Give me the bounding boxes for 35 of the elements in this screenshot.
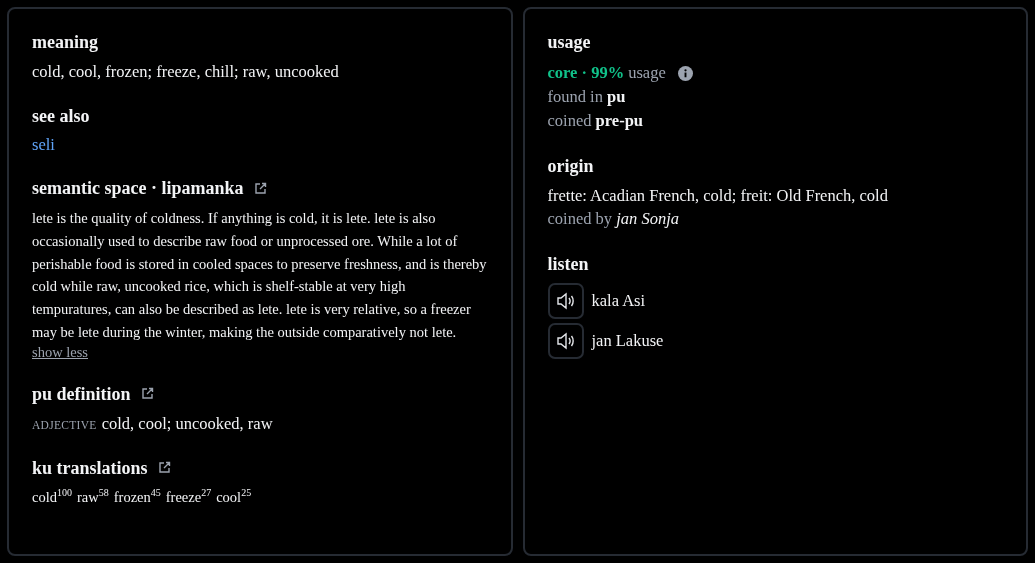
speaker-icon: [555, 292, 576, 310]
section-heading: see also: [32, 105, 91, 127]
speaker-icon: [555, 332, 576, 350]
section-heading: ku translations: [32, 456, 148, 479]
meaning-text: cold, cool, frozen; freeze, chill; raw, uncooked: [32, 61, 340, 83]
speaker-name: kala Asi: [591, 291, 646, 311]
speaker-name: jan Lakuse: [591, 331, 664, 351]
play-button[interactable]: [547, 283, 584, 319]
definition-text: cold, cool; uncooked, raw: [101, 412, 273, 435]
translation-word: cold$^{100}$: [32, 486, 72, 506]
usage-category: core · 99%: [547, 62, 625, 84]
origin-text: frette: Acadian French, cold; freit: Old French, cold: [547, 185, 889, 207]
play-button[interactable]: [547, 323, 584, 359]
section-heading: listen: [547, 253, 590, 275]
found-in-text: found in pu: [547, 86, 627, 108]
external-link-icon[interactable]: [157, 461, 171, 475]
section-heading: origin: [547, 155, 595, 177]
section-heading: pu definition: [32, 382, 131, 405]
description-text: lete is the quality of coldness. If anything is cold, it is lete. lete is also occasionally used to describe raw food or unprocessed ore. While a lot of perishable food is stored in cooled spaces to preserve freshness, and is thereby cold while raw, uncooked rice, which is shelf-stable at very high tempuratures, can also be described as lete. lete is very relative, so a freezer may be lete during the winter, making the outside comparatively not lete.: [32, 209, 488, 342]
show-less-link[interactable]: show less: [32, 343, 88, 361]
coined-text: coined pre-pu: [547, 110, 644, 132]
part-of-speech: ADJECTIVE: [32, 418, 97, 431]
section-heading: usage: [547, 31, 592, 53]
translation-word: freeze$^{27}$: [165, 486, 212, 506]
translation-word: raw$^{58}$: [76, 486, 109, 506]
word-link[interactable]: seli: [32, 135, 55, 155]
section-heading: meaning: [32, 31, 99, 53]
info-icon[interactable]: [677, 65, 693, 81]
external-link-icon[interactable]: [253, 181, 267, 195]
coined-by-text: coined by jan Sonja: [547, 208, 681, 230]
usage-label: usage: [628, 62, 666, 84]
external-link-icon[interactable]: [140, 387, 154, 401]
translation-word: frozen$^{45}$: [113, 486, 161, 506]
translation-word: cool$^{25}$: [216, 486, 252, 506]
section-heading: semantic space · lipamanka: [32, 177, 244, 199]
